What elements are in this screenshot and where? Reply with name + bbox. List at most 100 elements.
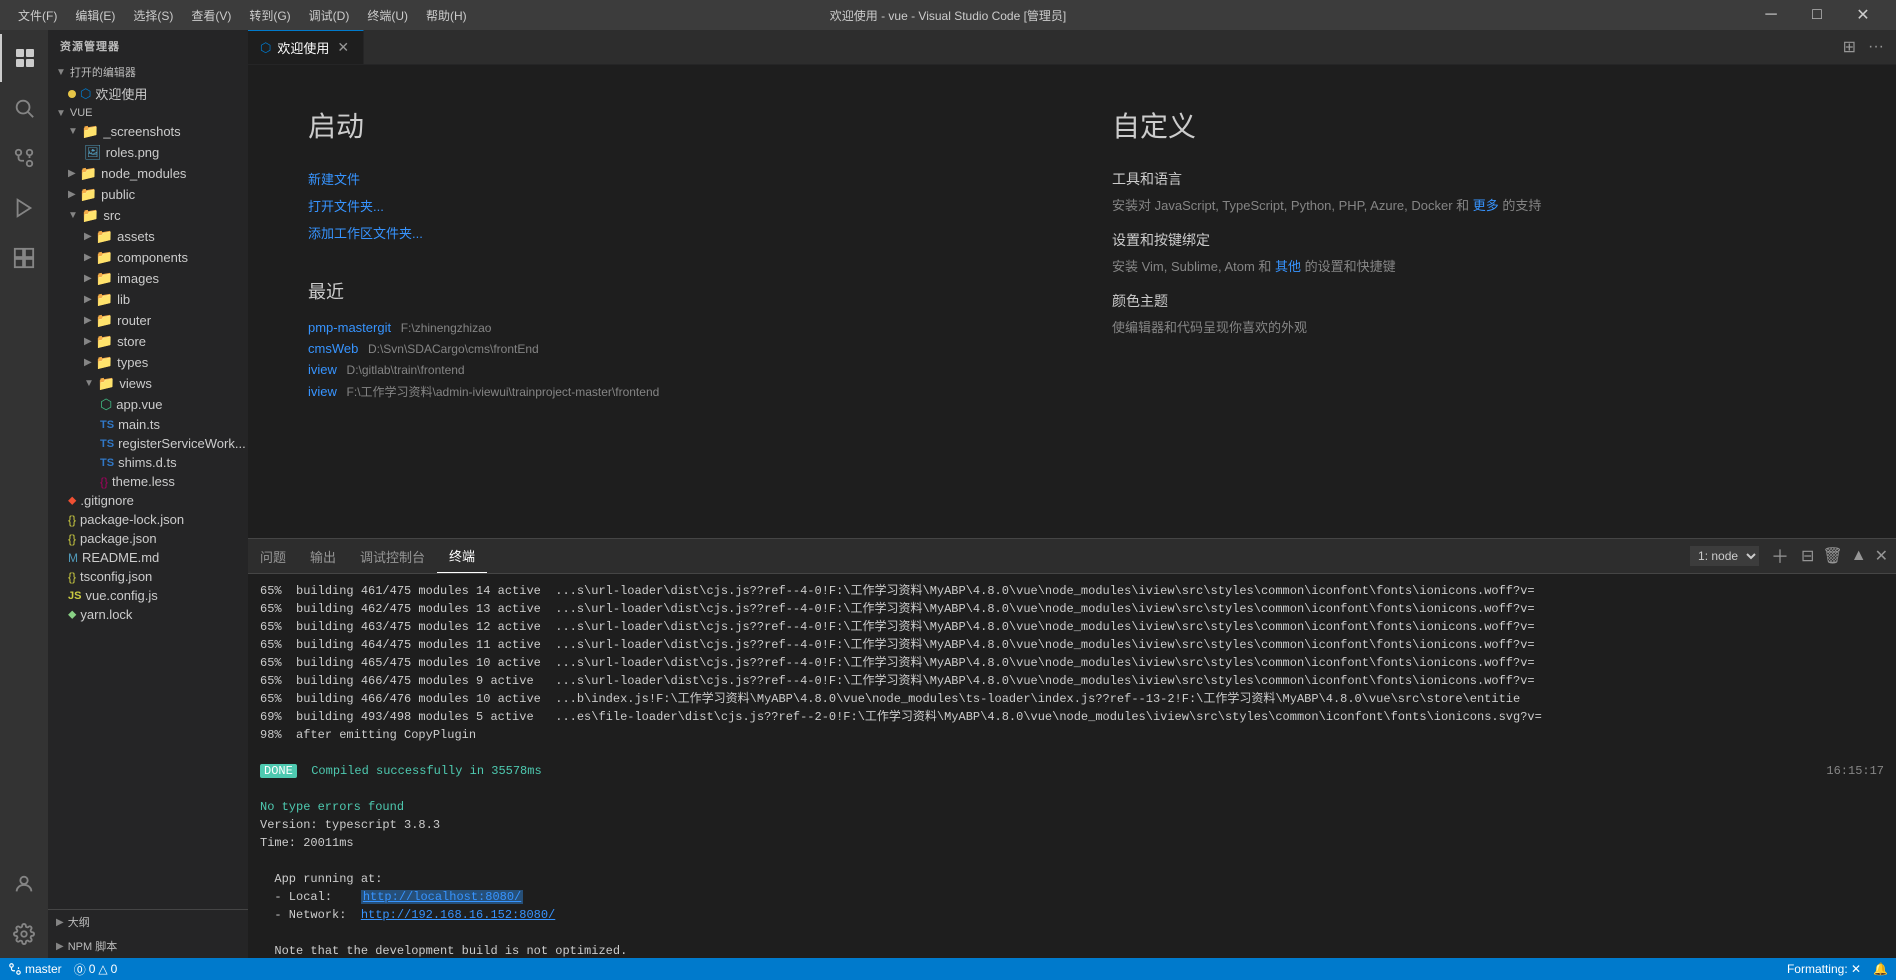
- menu-goto[interactable]: 转到(G): [241, 5, 298, 26]
- terminal-content[interactable]: 65% building 461/475 modules 14 active .…: [248, 574, 1896, 958]
- account-activity-icon[interactable]: [0, 860, 48, 908]
- lib-folder[interactable]: ▶ 📁 lib: [48, 289, 248, 310]
- recent-name-2[interactable]: iview: [308, 362, 337, 377]
- terminal-tab[interactable]: 终端: [437, 539, 487, 573]
- recent-name-3[interactable]: iview: [308, 384, 337, 399]
- close-button[interactable]: ✕: [1840, 0, 1886, 30]
- shims-d-ts-file[interactable]: TS shims.d.ts: [48, 453, 248, 472]
- screenshots-folder[interactable]: ▼ 📁 _screenshots: [48, 121, 248, 142]
- outline-section[interactable]: ▶ 大纲: [48, 910, 248, 934]
- delete-terminal-button[interactable]: 🗑: [1822, 546, 1842, 566]
- add-workspace-link[interactable]: 添加工作区文件夹...: [308, 223, 1032, 242]
- notification-bell[interactable]: 🔔: [1873, 962, 1888, 976]
- yarn-lock-label: yarn.lock: [80, 607, 132, 622]
- project-section[interactable]: ▼ VUE: [48, 105, 248, 121]
- open-file-welcome[interactable]: ⬡ 欢迎使用: [48, 82, 248, 105]
- public-folder[interactable]: ▶ 📁 public: [48, 184, 248, 205]
- lock-icon: ⬥: [68, 607, 76, 622]
- source-control-activity-icon[interactable]: [0, 134, 48, 182]
- yarn-lock-file[interactable]: ⬥ yarn.lock: [48, 605, 248, 624]
- network-url-link[interactable]: http://192.168.16.152:8080/: [361, 908, 555, 922]
- node-modules-folder[interactable]: ▶ 📁 node_modules: [48, 163, 248, 184]
- menu-edit[interactable]: 编辑(E): [67, 5, 123, 26]
- package-lock-label: package-lock.json: [80, 512, 184, 527]
- gitignore-file[interactable]: ⬥ .gitignore: [48, 491, 248, 510]
- tab-close-button[interactable]: ✕: [335, 37, 351, 58]
- open-editors-section[interactable]: ▼ 打开的编辑器: [48, 62, 248, 82]
- debug-console-tab[interactable]: 调试控制台: [348, 539, 437, 573]
- views-label: views: [119, 376, 152, 391]
- tsconfig-json-file[interactable]: {} tsconfig.json: [48, 567, 248, 586]
- output-tab[interactable]: 输出: [298, 539, 348, 573]
- split-terminal-button[interactable]: ⊟: [1801, 546, 1814, 566]
- titlebar-menus[interactable]: 文件(F) 编辑(E) 选择(S) 查看(V) 转到(G) 调试(D) 终端(U…: [10, 5, 475, 26]
- tools-lang-title: 工具和语言: [1112, 169, 1836, 189]
- router-chevron: ▶: [84, 315, 92, 326]
- formatting-status[interactable]: Formatting: ✕: [1787, 962, 1861, 976]
- minimize-button[interactable]: ─: [1748, 0, 1794, 30]
- recent-name-0[interactable]: pmp-mastergit: [308, 320, 391, 335]
- more-link[interactable]: 更多: [1473, 198, 1499, 213]
- recent-title: 最近: [308, 278, 1032, 304]
- src-folder[interactable]: ▼ 📁 src: [48, 205, 248, 226]
- folder-icon: 📁: [82, 123, 99, 140]
- app-vue-file[interactable]: ⬡ app.vue: [48, 394, 248, 415]
- terminal-line-8: 98% after emitting CopyPlugin: [260, 726, 1884, 744]
- menu-file[interactable]: 文件(F): [10, 5, 65, 26]
- settings-activity-icon[interactable]: [0, 910, 48, 958]
- vue-config-js-file[interactable]: JS vue.config.js: [48, 586, 248, 605]
- main-ts-file[interactable]: TS main.ts: [48, 415, 248, 434]
- package-lock-file[interactable]: {} package-lock.json: [48, 510, 248, 529]
- views-folder[interactable]: ▼ 📁 views: [48, 373, 248, 394]
- theme-less-file[interactable]: {} theme.less: [48, 472, 248, 491]
- debug-activity-icon[interactable]: [0, 184, 48, 232]
- images-folder[interactable]: ▶ 📁 images: [48, 268, 248, 289]
- router-folder[interactable]: ▶ 📁 router: [48, 310, 248, 331]
- router-label: router: [117, 313, 151, 328]
- more-actions-button[interactable]: ···: [1864, 36, 1888, 58]
- maximize-panel-button[interactable]: ▲: [1851, 547, 1867, 565]
- node-modules-label: node_modules: [101, 166, 186, 181]
- store-folder[interactable]: ▶ 📁 store: [48, 331, 248, 352]
- assets-folder[interactable]: ▶ 📁 assets: [48, 226, 248, 247]
- local-url-link[interactable]: http://localhost:8080/: [363, 890, 521, 904]
- terminal-select[interactable]: 1: node: [1690, 546, 1759, 566]
- folder-icon-assets: 📁: [96, 228, 113, 245]
- menu-debug[interactable]: 调试(D): [301, 5, 358, 26]
- split-editor-button[interactable]: ⊞: [1839, 35, 1860, 59]
- types-folder[interactable]: ▶ 📁 types: [48, 352, 248, 373]
- errors-count: 0: [89, 962, 96, 976]
- menu-terminal[interactable]: 终端(U): [359, 5, 416, 26]
- open-folder-link[interactable]: 打开文件夹...: [308, 196, 1032, 215]
- js-icon: JS: [68, 590, 81, 602]
- npm-section[interactable]: ▶ NPM 脚本: [48, 934, 248, 958]
- new-file-link[interactable]: 新建文件: [308, 169, 1032, 188]
- readme-md-label: README.md: [82, 550, 159, 565]
- folder-icon-router: 📁: [96, 312, 113, 329]
- register-service-file[interactable]: TS registerServiceWork...: [48, 434, 248, 453]
- package-json-file[interactable]: {} package.json: [48, 529, 248, 548]
- git-status[interactable]: master: [8, 962, 62, 976]
- roles-png-file[interactable]: 🖼 roles.png: [48, 142, 248, 163]
- menu-select[interactable]: 选择(S): [125, 5, 181, 26]
- maximize-button[interactable]: □: [1794, 0, 1840, 30]
- explorer-activity-icon[interactable]: [0, 34, 48, 82]
- project-label: VUE: [70, 107, 93, 119]
- menu-view[interactable]: 查看(V): [183, 5, 239, 26]
- extensions-activity-icon[interactable]: [0, 234, 48, 282]
- welcome-tab[interactable]: ⬡ 欢迎使用 ✕: [248, 30, 364, 64]
- components-folder[interactable]: ▶ 📁 components: [48, 247, 248, 268]
- close-panel-button[interactable]: ✕: [1875, 546, 1888, 566]
- errors-warnings[interactable]: ⓪ 0 △ 0: [74, 961, 118, 978]
- titlebar-controls[interactable]: ─ □ ✕: [1748, 0, 1886, 30]
- terminal-line-blank3: [260, 852, 1884, 870]
- add-terminal-button[interactable]: ＋: [1767, 543, 1793, 569]
- recent-name-1[interactable]: cmsWeb: [308, 341, 358, 356]
- search-activity-icon[interactable]: [0, 84, 48, 132]
- readme-md-file[interactable]: M README.md: [48, 548, 248, 567]
- views-chevron: ▼: [84, 378, 94, 389]
- other-link[interactable]: 其他: [1275, 259, 1301, 274]
- vue-config-js-label: vue.config.js: [85, 588, 157, 603]
- menu-help[interactable]: 帮助(H): [418, 5, 475, 26]
- problems-tab[interactable]: 问题: [248, 539, 298, 573]
